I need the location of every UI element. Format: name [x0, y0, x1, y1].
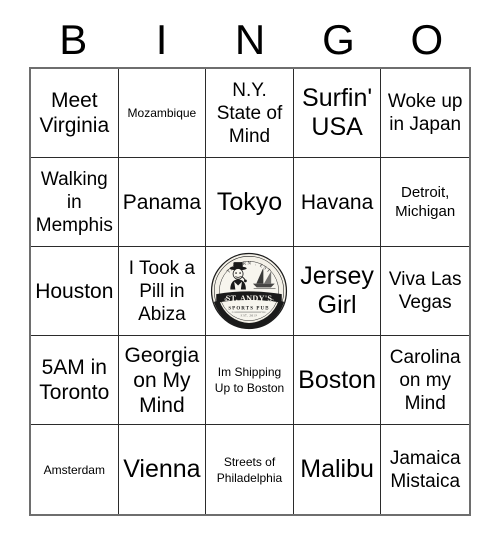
bingo-cell-label: 5AM in Toronto: [39, 356, 110, 404]
bingo-header: B I N G O: [29, 14, 471, 66]
bingo-cell-label: Malibu: [300, 455, 374, 483]
bingo-cell-label: Detroit, Michigan: [395, 184, 456, 220]
bingo-cell-label: Surfin' USA: [302, 84, 373, 141]
header-letter-o: O: [410, 16, 444, 63]
bingo-cell[interactable]: Carolina on my Mind: [381, 336, 469, 425]
bingo-cell[interactable]: N.Y. State of Mind: [206, 69, 294, 158]
bingo-free-space-cell[interactable]: TAVERN . EST: [206, 247, 294, 336]
bingo-cell-label: Woke up in Japan: [387, 91, 463, 135]
bingo-cell[interactable]: Amsterdam: [31, 425, 119, 514]
bingo-card: B I N G O Meet Virginia Mozambique N.Y. …: [0, 0, 500, 544]
bingo-cell-label: Georgia on My Mind: [124, 343, 200, 417]
header-letter-b: B: [59, 16, 88, 63]
header-cell-b: B: [29, 14, 117, 66]
bingo-cell-label: Boston: [298, 365, 377, 394]
bingo-cell-label: Houston: [35, 279, 114, 303]
bingo-cell[interactable]: Havana: [293, 158, 382, 247]
bingo-cell-label: I Took a Pill in Abiza: [128, 257, 195, 325]
bingo-cell[interactable]: Jersey Girl: [293, 247, 382, 336]
bingo-cell-label: Jamaica Mistaica: [389, 447, 461, 492]
logo-badge-icon: TAVERN . EST: [211, 252, 288, 330]
bingo-cell[interactable]: Houston: [31, 247, 119, 336]
bingo-cell[interactable]: 5AM in Toronto: [31, 336, 119, 425]
bingo-cell[interactable]: Streets of Philadelphia: [206, 425, 294, 514]
bingo-cell[interactable]: Georgia on My Mind: [118, 336, 207, 425]
bingo-cell[interactable]: Mozambique: [118, 69, 207, 158]
svg-text:ST. ANDY'S: ST. ANDY'S: [226, 294, 273, 303]
bingo-cell-label: Jersey Girl: [300, 262, 374, 319]
bingo-cell[interactable]: Surfin' USA: [293, 69, 382, 158]
bingo-cell[interactable]: Im Shipping Up to Boston: [206, 336, 294, 425]
header-letter-i: I: [155, 16, 168, 63]
bingo-cell[interactable]: Boston: [293, 336, 382, 425]
bingo-cell[interactable]: Panama: [118, 158, 207, 247]
bingo-cell-label: N.Y. State of Mind: [216, 79, 283, 147]
bingo-cell-label: Viva Las Vegas: [388, 269, 462, 313]
bingo-cell-label: Walking in Memphis: [35, 168, 113, 236]
bingo-cell-label: Panama: [122, 190, 201, 214]
header-letter-g: G: [322, 16, 355, 63]
bingo-cell-label: Meet Virginia: [39, 89, 110, 137]
bingo-cell-label: Havana: [300, 190, 374, 214]
bingo-grid: Meet Virginia Mozambique N.Y. State of M…: [29, 67, 471, 516]
bingo-cell[interactable]: Vienna: [118, 425, 207, 514]
bingo-cell[interactable]: I Took a Pill in Abiza: [118, 247, 207, 336]
bingo-cell[interactable]: Tokyo: [206, 158, 294, 247]
bingo-cell-label: Mozambique: [127, 106, 197, 120]
bingo-cell[interactable]: Detroit, Michigan: [381, 158, 469, 247]
bingo-cell-label: Vienna: [123, 455, 201, 483]
bingo-cell[interactable]: Woke up in Japan: [381, 69, 469, 158]
bingo-cell-label: Amsterdam: [43, 462, 105, 477]
bingo-cell-label: Tokyo: [216, 187, 283, 216]
header-cell-g: G: [294, 14, 382, 66]
header-letter-n: N: [234, 16, 266, 63]
bingo-cell-label: Streets of Philadelphia: [216, 454, 283, 485]
bingo-cell[interactable]: Malibu: [293, 425, 382, 514]
bingo-cell-label: Carolina on my Mind: [389, 346, 461, 414]
bingo-cell-label: Im Shipping Up to Boston: [214, 365, 285, 395]
bingo-cell[interactable]: Jamaica Mistaica: [381, 425, 469, 514]
bingo-cell[interactable]: Meet Virginia: [31, 69, 119, 158]
st-andys-sports-pub-logo: TAVERN . EST: [210, 252, 288, 330]
header-cell-o: O: [383, 14, 471, 66]
header-cell-n: N: [206, 14, 294, 66]
bingo-cell[interactable]: Viva Las Vegas: [381, 247, 469, 336]
header-cell-i: I: [117, 14, 205, 66]
bingo-cell[interactable]: Walking in Memphis: [31, 158, 119, 247]
